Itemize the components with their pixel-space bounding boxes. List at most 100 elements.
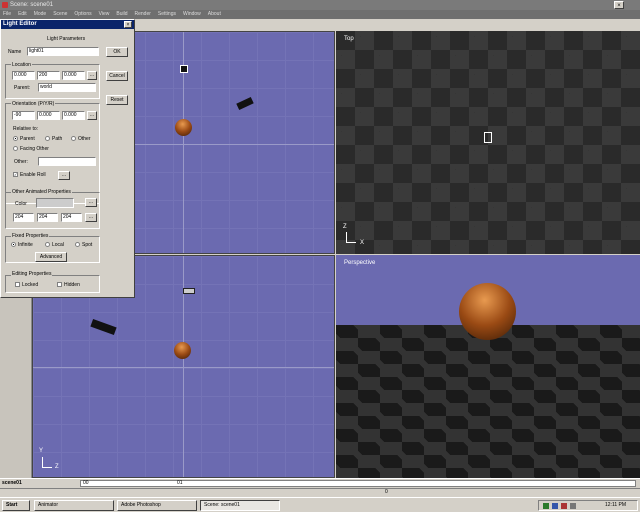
editing-properties-label: Editing Properties <box>11 271 53 277</box>
relative-parent-radio[interactable]: Parent <box>13 136 35 142</box>
radio-icon <box>45 136 50 142</box>
tray-icon[interactable] <box>561 503 567 509</box>
relative-facing-radio[interactable]: Facing Other <box>13 146 49 152</box>
menu-scene[interactable]: Scene <box>53 10 67 19</box>
viewport-top[interactable]: Top Z X <box>336 31 640 254</box>
radio-icon <box>71 136 76 142</box>
speaker-icon[interactable] <box>570 503 576 509</box>
fixed-spot-label: Spot <box>82 242 93 248</box>
ok-button[interactable]: OK <box>106 47 128 57</box>
locked-checkbox[interactable]: Locked <box>15 282 38 288</box>
taskbar-button-animator[interactable]: Animator <box>34 500 114 511</box>
viewport-perspective[interactable]: Perspective <box>336 255 640 478</box>
fixed-infinite-radio[interactable]: Infinite <box>11 242 33 248</box>
start-label: Start <box>6 502 18 508</box>
tray-icon[interactable] <box>543 503 549 509</box>
axis-label-z: Z <box>343 224 347 230</box>
start-button[interactable]: Start <box>2 500 30 511</box>
window-close-button[interactable]: × <box>614 1 624 9</box>
location-y-input[interactable]: 200 <box>37 71 60 80</box>
relative-parent-label: Parent <box>20 136 35 142</box>
menu-options[interactable]: Options <box>74 10 91 19</box>
checkbox-checked-icon: ✓ <box>13 172 18 178</box>
taskbar-button-photoshop[interactable]: Adobe Photoshop <box>117 500 197 511</box>
section-light-parameters: Light Parameters <box>47 36 86 42</box>
orientation-y-input[interactable]: 0.000 <box>37 111 60 120</box>
menu-file[interactable]: File <box>3 10 11 19</box>
advanced-button[interactable]: Advanced <box>35 252 67 262</box>
color-more-button[interactable]: ... <box>85 198 97 207</box>
checkbox-icon <box>57 282 62 288</box>
relative-other-radio[interactable]: Other <box>71 136 91 142</box>
enable-roll-more-button[interactable]: ... <box>58 171 70 180</box>
timeline-track[interactable]: 00 01 <box>80 480 636 487</box>
menu-bar: File Edit Mode Scene Options View Build … <box>0 10 640 19</box>
sphere-object[interactable] <box>459 283 516 340</box>
menu-window[interactable]: Window <box>183 10 201 19</box>
checkbox-icon <box>15 282 20 288</box>
color-swatch[interactable] <box>36 198 74 208</box>
name-label: Name <box>8 49 22 55</box>
sphere-object[interactable] <box>174 342 191 359</box>
name-input[interactable]: light01 <box>27 47 99 56</box>
color-r-input[interactable]: 204 <box>13 213 34 222</box>
hidden-checkbox[interactable]: Hidden <box>57 282 80 288</box>
menu-about[interactable]: About <box>208 10 221 19</box>
location-z-input[interactable]: 0.000 <box>62 71 85 80</box>
menu-settings[interactable]: Settings <box>158 10 176 19</box>
fixed-spot-radio[interactable]: Spot <box>75 242 92 248</box>
fixed-properties-label: Fixed Properties <box>11 233 50 239</box>
dialog-close-button[interactable]: × <box>124 21 132 28</box>
enable-roll-checkbox[interactable]: ✓ Enable Roll <box>13 172 46 178</box>
system-tray: 12:11 PM <box>538 500 638 511</box>
radio-selected-icon <box>11 242 16 248</box>
cancel-button[interactable]: Cancel <box>106 71 128 81</box>
color-label: Color <box>15 201 27 207</box>
orientation-p-input[interactable]: -90 <box>12 111 35 120</box>
reset-button[interactable]: Reset <box>106 95 128 105</box>
location-label: Location <box>11 62 32 68</box>
light-object[interactable] <box>484 132 492 143</box>
radio-icon <box>75 242 80 248</box>
relative-path-label: Path <box>52 136 63 142</box>
orientation-r-input[interactable]: 0.000 <box>62 111 85 120</box>
radio-icon <box>13 146 18 152</box>
fixed-infinite-label: Infinite <box>18 242 33 248</box>
timeline-bar[interactable]: 0 <box>0 488 640 497</box>
tray-icon[interactable] <box>552 503 558 509</box>
light-object[interactable] <box>183 288 195 294</box>
location-more-button[interactable]: ... <box>87 71 97 80</box>
enable-roll-label: Enable Roll <box>20 172 46 178</box>
menu-view[interactable]: View <box>99 10 110 19</box>
timeline-mid-label: 01 <box>177 480 183 486</box>
axis-label-y: Y <box>39 448 44 454</box>
relative-path-radio[interactable]: Path <box>45 136 62 142</box>
timeline-start-label: 00 <box>83 480 89 486</box>
timeline-frame-label: 0 <box>385 489 388 495</box>
viewport-label-top: Top <box>344 36 354 42</box>
taskbar-button-scene[interactable]: Scene: scene01 <box>200 500 280 511</box>
menu-build[interactable]: Build <box>116 10 127 19</box>
other-animated-label: Other Animated Properties <box>11 189 72 195</box>
axis-label-z: Z <box>55 464 59 470</box>
radio-icon <box>45 242 50 248</box>
app-title-bar: Scene: scene01 × <box>0 0 640 10</box>
parent-input[interactable]: world <box>38 83 96 92</box>
axis-gizmo-h <box>346 242 356 243</box>
fixed-local-radio[interactable]: Local <box>45 242 64 248</box>
light-object[interactable] <box>180 65 188 73</box>
color-b-input[interactable]: 204 <box>61 213 82 222</box>
location-x-input[interactable]: 0.000 <box>12 71 35 80</box>
menu-mode[interactable]: Mode <box>34 10 47 19</box>
locked-label: Locked <box>22 282 39 288</box>
sphere-object[interactable] <box>175 119 192 136</box>
color-values-more-button[interactable]: ... <box>85 213 97 222</box>
other-input[interactable] <box>38 157 96 166</box>
radio-selected-icon <box>13 136 18 142</box>
menu-edit[interactable]: Edit <box>18 10 27 19</box>
fixed-local-label: Local <box>52 242 64 248</box>
other-label: Other: <box>14 159 28 165</box>
color-g-input[interactable]: 204 <box>37 213 58 222</box>
menu-render[interactable]: Render <box>135 10 151 19</box>
orientation-more-button[interactable]: ... <box>87 111 97 120</box>
